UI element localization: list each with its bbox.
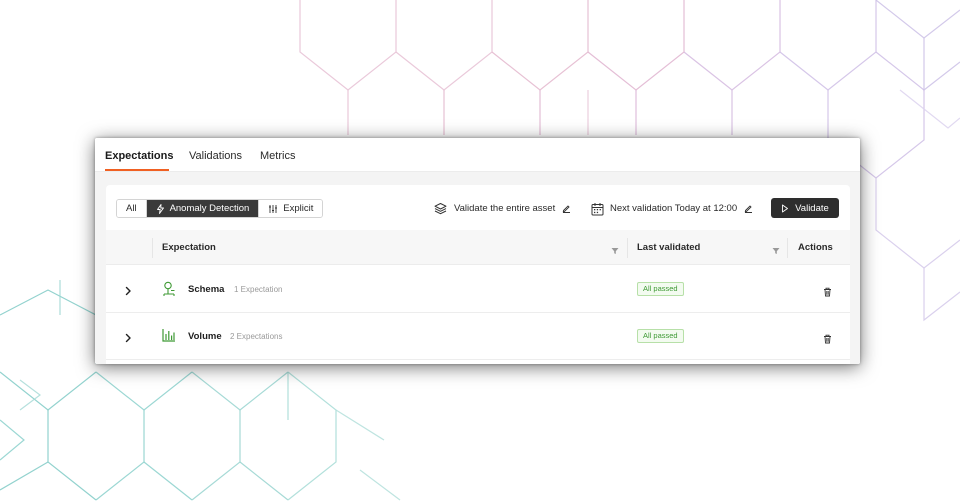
column-header-expectation: Expectation — [162, 242, 216, 253]
table-header: Expectation Last validated Actions — [106, 230, 850, 265]
column-header-actions: Actions — [798, 242, 833, 253]
filter-all-label: All — [126, 203, 137, 214]
tab-metrics[interactable]: Metrics — [260, 150, 295, 162]
table-row[interactable]: Volume 2 Expectations All passed — [106, 313, 850, 360]
filter-explicit-label: Explicit — [283, 203, 314, 214]
volume-chart-icon — [162, 328, 176, 347]
schedule-control: Next validation Today at 12:00 — [591, 199, 753, 218]
tab-expectations[interactable]: Expectations — [105, 150, 173, 162]
validate-scope-label: Validate the entire asset — [454, 203, 556, 214]
calendar-icon — [591, 202, 604, 216]
filter-explicit-button[interactable]: Explicit — [258, 200, 323, 217]
row-expectation-count: 1 Expectation — [234, 285, 283, 294]
validate-button[interactable]: Validate — [771, 198, 839, 218]
expectation-filter-icon[interactable] — [611, 242, 619, 260]
play-icon — [782, 204, 789, 212]
filter-anomaly-detection-button[interactable]: Anomaly Detection — [145, 200, 259, 217]
filter-all-button[interactable]: All — [117, 200, 146, 217]
expand-chevron-icon[interactable] — [124, 330, 132, 348]
validate-button-label: Validate — [795, 202, 829, 214]
expand-chevron-icon[interactable] — [124, 283, 132, 301]
active-tab-indicator — [105, 169, 169, 171]
edit-schedule-pencil-icon[interactable] — [744, 204, 753, 213]
status-badge: All passed — [637, 329, 684, 343]
column-divider — [787, 238, 788, 258]
content-area: All Anomaly Detection Explicit Validate … — [95, 172, 860, 364]
status-badge: All passed — [637, 282, 684, 296]
column-header-last-validated: Last validated — [637, 242, 701, 253]
sliders-icon — [269, 204, 278, 213]
column-divider — [627, 238, 628, 258]
row-expectation-count: 2 Expectations — [230, 332, 283, 341]
delete-trash-icon[interactable] — [823, 331, 832, 349]
lightning-icon — [156, 203, 164, 214]
validate-scope-control: Validate the entire asset — [434, 199, 571, 218]
table-row[interactable]: Schema 1 Expectation All passed — [106, 266, 850, 313]
expectations-panel: All Anomaly Detection Explicit Validate … — [106, 185, 850, 364]
tab-bar: Expectations Validations Metrics — [95, 138, 860, 172]
row-name[interactable]: Volume — [188, 331, 222, 342]
expectation-type-filter: All Anomaly Detection Explicit — [116, 199, 324, 218]
delete-trash-icon[interactable] — [823, 284, 832, 302]
edit-scope-pencil-icon[interactable] — [562, 204, 571, 213]
layers-icon — [434, 202, 447, 215]
filter-anomaly-label: Anomaly Detection — [169, 203, 250, 214]
schedule-label: Next validation Today at 12:00 — [610, 203, 738, 214]
column-divider — [152, 238, 153, 258]
last-validated-filter-icon[interactable] — [772, 242, 780, 260]
expectations-card: Expectations Validations Metrics All Ano… — [95, 138, 860, 364]
row-name[interactable]: Schema — [188, 284, 224, 295]
tab-validations[interactable]: Validations — [189, 150, 242, 162]
schema-icon — [162, 281, 176, 302]
